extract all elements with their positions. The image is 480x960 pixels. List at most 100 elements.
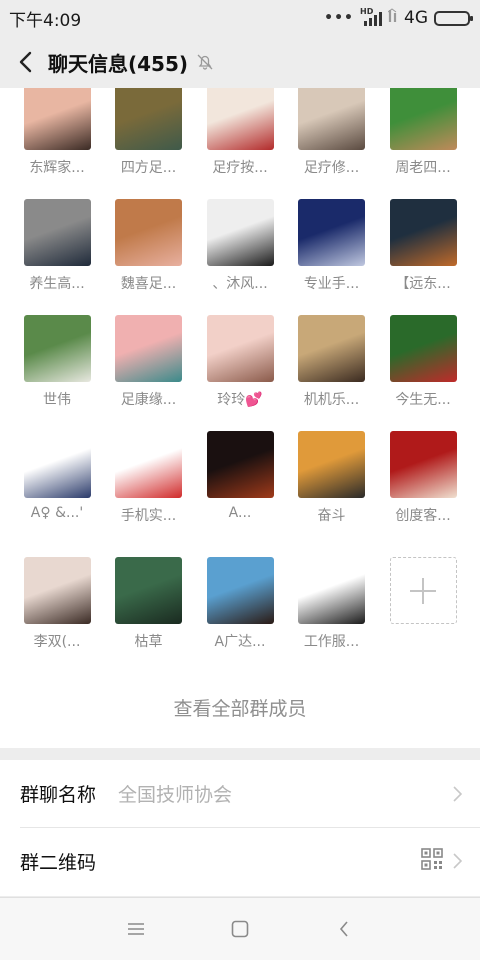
member-item[interactable]: 足康缘... <box>115 315 183 431</box>
member-name: 奋斗 <box>317 508 346 524</box>
status-bar: 下午4:09 ••• HD 4G <box>0 0 480 36</box>
member-item[interactable]: 机机乐... <box>298 315 366 431</box>
chevron-left-icon <box>19 51 32 73</box>
member-avatar <box>206 431 274 498</box>
member-avatar <box>23 199 91 266</box>
member-avatar <box>206 315 274 382</box>
member-name: 魏喜足... <box>120 276 177 292</box>
member-item[interactable]: 今生无... <box>389 315 457 431</box>
member-avatar <box>298 557 365 624</box>
member-item[interactable]: 工作服... <box>298 557 366 673</box>
member-name: 手机实... <box>120 508 177 524</box>
group-qr-label: 群二维码 <box>20 851 97 874</box>
group-name-row[interactable]: 群聊名称 全国技师协会 <box>0 760 480 827</box>
member-avatar <box>206 199 274 266</box>
member-avatar <box>115 88 182 150</box>
member-name: 【远东... <box>395 276 451 292</box>
more-dots-icon: ••• <box>324 10 354 26</box>
nav-back-button[interactable] <box>324 909 364 949</box>
member-item[interactable]: 手机实... <box>115 431 183 547</box>
chevron-right-icon <box>453 785 462 802</box>
bell-off-icon <box>196 53 214 71</box>
member-name: 四方足... <box>120 160 177 176</box>
group-name-value: 全国技师协会 <box>118 784 233 806</box>
member-item[interactable]: 创度客... <box>389 431 457 547</box>
member-name: 机机乐... <box>303 392 360 408</box>
member-avatar <box>389 315 457 382</box>
nav-menu-button[interactable] <box>116 909 156 949</box>
menu-icon <box>128 923 144 935</box>
member-item[interactable]: 东辉家... <box>23 88 91 199</box>
member-avatar <box>206 557 274 624</box>
back-button[interactable] <box>12 44 38 80</box>
nav-home-button[interactable] <box>220 909 260 949</box>
member-name: A♀ &...' <box>30 505 84 521</box>
member-item[interactable]: 世伟 <box>23 315 91 431</box>
member-name: 工作服... <box>303 634 360 650</box>
member-name: 养生高... <box>29 276 85 292</box>
add-member-button[interactable] <box>389 557 457 624</box>
member-item[interactable]: 足疗修... <box>298 88 366 199</box>
member-item[interactable]: 周老四... <box>389 88 457 199</box>
signal-secondary-icon <box>387 7 398 29</box>
member-name: A... <box>228 505 252 521</box>
view-all-members-link[interactable]: 查看全部群成员 <box>0 694 480 721</box>
member-avatar <box>115 557 182 624</box>
group-name-label: 群聊名称 <box>20 784 97 806</box>
member-grid: 东辉家... 四方足... 足疗按... 足疗修... 周老四... 养生高... 魏喜足.… <box>23 88 461 673</box>
member-item[interactable]: A广达... <box>206 557 274 673</box>
member-item[interactable]: 魏喜足... <box>115 199 183 315</box>
add-member-item[interactable] <box>389 557 457 673</box>
member-name: 足康缘... <box>120 392 177 408</box>
member-name: 创度客... <box>395 508 451 524</box>
member-name: 李双(... <box>33 634 81 650</box>
member-avatar <box>115 199 182 266</box>
member-item[interactable]: 【远东... <box>389 199 457 315</box>
member-item[interactable]: 奋斗 <box>298 431 366 547</box>
member-item[interactable]: 、沐风... <box>206 199 274 315</box>
home-square-icon <box>231 920 249 938</box>
member-avatar <box>115 431 182 498</box>
member-avatar <box>23 315 91 382</box>
member-name: 玲玲💕 <box>217 392 263 408</box>
hd-label: HD <box>360 7 374 16</box>
member-item[interactable]: 足疗按... <box>206 88 274 199</box>
member-item[interactable]: 李双(... <box>23 557 91 673</box>
member-name: 今生无... <box>395 392 451 408</box>
member-name: 专业手... <box>303 276 360 292</box>
member-avatar <box>298 199 365 266</box>
member-avatar <box>23 557 91 624</box>
signal-strength-icon: HD <box>360 7 382 26</box>
member-avatar <box>23 431 91 498</box>
member-avatar <box>115 315 182 382</box>
network-type: 4G <box>404 8 428 28</box>
top-bar: 聊天信息(455) <box>0 36 480 88</box>
member-item[interactable]: A... <box>206 431 274 547</box>
member-name: 世伟 <box>43 392 71 408</box>
member-avatar <box>298 88 365 150</box>
member-item[interactable]: A♀ &...' <box>23 431 91 547</box>
member-item[interactable]: 养生高... <box>23 199 91 315</box>
status-time: 下午4:09 <box>9 10 82 31</box>
plus-icon <box>410 577 436 604</box>
member-avatar <box>389 199 457 266</box>
page-title: 聊天信息(455) <box>48 51 189 76</box>
member-name: 足疗修... <box>303 160 360 176</box>
member-avatar <box>23 88 91 150</box>
battery-icon <box>434 10 473 26</box>
member-name: 、沐风... <box>212 276 268 292</box>
member-item[interactable]: 玲玲💕 <box>206 315 274 431</box>
status-icons: ••• HD 4G <box>324 7 473 29</box>
member-name: 周老四... <box>395 160 451 176</box>
qr-code-icon <box>421 848 443 874</box>
group-settings: 群聊名称 全国技师协会 群二维码 <box>0 760 480 896</box>
member-item[interactable]: 专业手... <box>298 199 366 315</box>
member-avatar <box>298 431 365 498</box>
member-item[interactable]: 四方足... <box>115 88 183 199</box>
member-grid-card: 东辉家... 四方足... 足疗按... 足疗修... 周老四... 养生高... 魏喜足.… <box>0 88 480 748</box>
member-avatar <box>389 88 457 150</box>
member-avatar <box>298 315 365 382</box>
member-item[interactable]: 枯草 <box>115 557 183 673</box>
group-qr-row[interactable]: 群二维码 <box>20 827 480 894</box>
member-name: 东辉家... <box>29 160 85 176</box>
